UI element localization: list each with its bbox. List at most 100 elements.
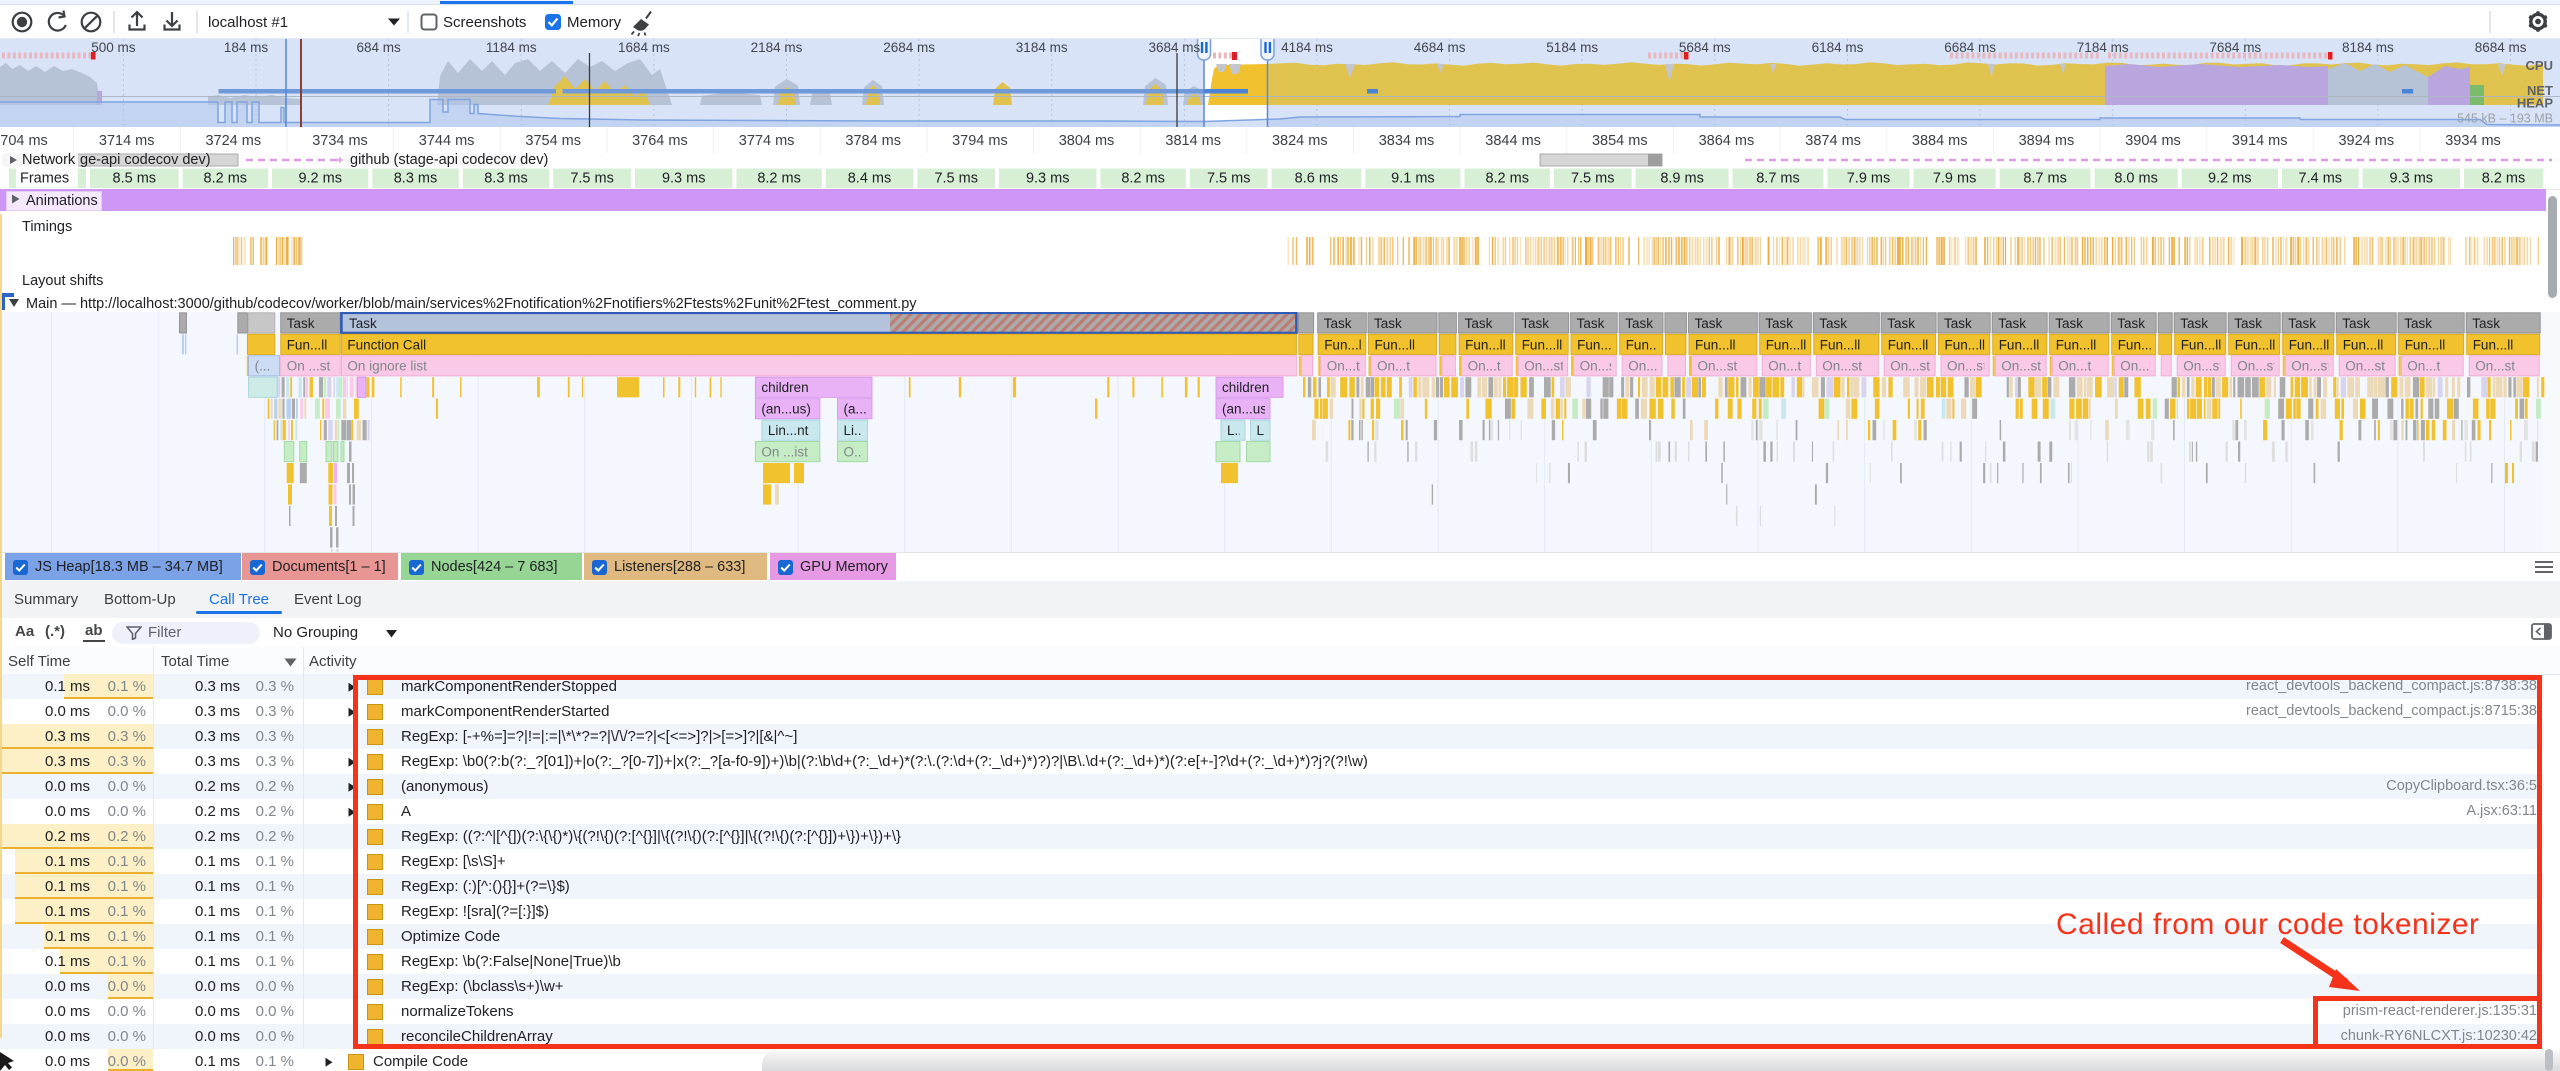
svg-text:Fun...ll: Fun...ll [1695, 337, 1736, 352]
svg-text:7.5 ms: 7.5 ms [570, 170, 614, 186]
svg-text:On...t: On...t [2407, 358, 2440, 373]
svg-text:2684 ms: 2684 ms [883, 40, 935, 55]
svg-text:8.2 ms: 8.2 ms [1121, 170, 1165, 186]
svg-text:8184 ms: 8184 ms [2342, 40, 2394, 55]
svg-text:Task: Task [1765, 315, 1793, 330]
svg-text:7184 ms: 7184 ms [2077, 40, 2129, 55]
svg-text:8.2 ms: 8.2 ms [204, 170, 248, 186]
svg-text:Screenshots: Screenshots [443, 14, 526, 31]
svg-text:HEAP: HEAP [2517, 95, 2553, 110]
svg-text:Task: Task [1374, 315, 1402, 330]
svg-text:github (stage-api codecov dev): github (stage-api codecov dev) [350, 153, 548, 167]
svg-text:3774 ms: 3774 ms [739, 133, 795, 149]
svg-text:545 kB – 193 MB: 545 kB – 193 MB [2457, 111, 2553, 125]
svg-text:Fun...ll: Fun...ll [2473, 337, 2514, 352]
svg-text:Task: Task [2472, 315, 2500, 330]
svg-text:8684 ms: 8684 ms [2475, 40, 2527, 55]
svg-text:Fun...ll: Fun...ll [287, 337, 328, 352]
svg-text:On ...st: On ...st [287, 358, 331, 373]
svg-text:On...t: On...t [1327, 358, 1360, 373]
svg-text:Task: Task [1625, 315, 1653, 330]
svg-text:ge-api codecov dev): ge-api codecov dev) [80, 153, 211, 167]
svg-text:1684 ms: 1684 ms [618, 40, 670, 55]
svg-text:5684 ms: 5684 ms [1679, 40, 1731, 55]
svg-text:8.6 ms: 8.6 ms [1295, 170, 1339, 186]
svg-text:On ...ist: On ...ist [761, 444, 808, 459]
svg-text:8.7 ms: 8.7 ms [1756, 170, 1800, 186]
svg-text:3834 ms: 3834 ms [1379, 133, 1435, 149]
svg-text:3824 ms: 3824 ms [1272, 133, 1328, 149]
svg-text:3914 ms: 3914 ms [2232, 133, 2288, 149]
svg-text:(...: (... [255, 358, 271, 373]
svg-text:Task: Task [1944, 315, 1972, 330]
svg-text:7.5 ms: 7.5 ms [934, 170, 978, 186]
svg-text:Fun...ll: Fun...ll [2405, 337, 2446, 352]
svg-text:3884 ms: 3884 ms [1912, 133, 1968, 149]
svg-text:On...st: On...st [1698, 358, 1738, 373]
svg-text:Task: Task [2342, 315, 2370, 330]
svg-text:3684 ms: 3684 ms [1149, 40, 1201, 55]
svg-text:Fun...ll: Fun...ll [2289, 337, 2330, 352]
svg-text:Fun...ll: Fun...ll [2181, 337, 2222, 352]
svg-text:8.9 ms: 8.9 ms [1660, 170, 1704, 186]
svg-text:3724 ms: 3724 ms [205, 133, 261, 149]
svg-text:5184 ms: 5184 ms [1546, 40, 1598, 55]
svg-text:184 ms: 184 ms [224, 40, 269, 55]
svg-text:3854 ms: 3854 ms [1592, 133, 1648, 149]
svg-text:3874 ms: 3874 ms [1805, 133, 1861, 149]
svg-text:On...st: On...st [1524, 358, 1564, 373]
svg-text:6684 ms: 6684 ms [1944, 40, 1996, 55]
svg-text:CPU: CPU [2526, 58, 2553, 73]
svg-text:Task: Task [1324, 315, 1352, 330]
svg-text:Task: Task [349, 315, 377, 330]
svg-text:6184 ms: 6184 ms [1812, 40, 1864, 55]
svg-text:3794 ms: 3794 ms [952, 133, 1008, 149]
svg-text:8.7 ms: 8.7 ms [2023, 170, 2067, 186]
svg-text:On...t: On...t [2058, 358, 2091, 373]
svg-text:8.0 ms: 8.0 ms [2114, 170, 2158, 186]
svg-text:Fun...ll: Fun...ll [1766, 337, 1807, 352]
svg-text:1184 ms: 1184 ms [486, 40, 537, 55]
svg-text:Fun...ll: Fun...ll [1522, 337, 1563, 352]
svg-text:Task: Task [1998, 315, 2026, 330]
svg-text:Fun...ll: Fun...ll [1324, 337, 1365, 352]
svg-text:On...st: On...st [2001, 358, 2041, 373]
svg-text:3844 ms: 3844 ms [1485, 133, 1541, 149]
svg-text:Fun...ll: Fun...ll [1999, 337, 2040, 352]
svg-text:Fun...ll: Fun...ll [1465, 337, 1506, 352]
svg-text:On...st: On...st [2237, 358, 2277, 373]
svg-text:Task: Task [1819, 315, 1847, 330]
svg-text:7.9 ms: 7.9 ms [1847, 170, 1891, 186]
svg-text:7.9 ms: 7.9 ms [1933, 170, 1977, 186]
svg-text:(an...us): (an...us) [761, 401, 811, 416]
svg-text:Task: Task [1465, 315, 1493, 330]
svg-text:On ignore list: On ignore list [347, 358, 427, 373]
svg-text:9.1 ms: 9.1 ms [1391, 170, 1435, 186]
svg-text:Fun...ll: Fun...ll [2235, 337, 2276, 352]
svg-text:8.2 ms: 8.2 ms [1485, 170, 1529, 186]
svg-text:8.3 ms: 8.3 ms [484, 170, 528, 186]
svg-text:On...st: On...st [1947, 358, 1987, 373]
svg-text:7.5 ms: 7.5 ms [1571, 170, 1615, 186]
svg-text:On...t: On...t [1468, 358, 1501, 373]
svg-text:Task: Task [287, 315, 315, 330]
svg-text:3924 ms: 3924 ms [2338, 133, 2394, 149]
svg-text:3784 ms: 3784 ms [845, 133, 901, 149]
svg-text:2184 ms: 2184 ms [751, 40, 803, 55]
svg-text:Function Call: Function Call [347, 337, 426, 352]
svg-text:9.3 ms: 9.3 ms [1026, 170, 1070, 186]
svg-text:Task: Task [1577, 315, 1605, 330]
svg-text:3864 ms: 3864 ms [1699, 133, 1755, 149]
svg-text:9.3 ms: 9.3 ms [2390, 170, 2434, 186]
svg-text:On...st: On...st [1890, 358, 1930, 373]
svg-text:3734 ms: 3734 ms [312, 133, 368, 149]
svg-text:8.2 ms: 8.2 ms [757, 170, 801, 186]
svg-text:Memory: Memory [567, 14, 622, 31]
svg-text:3714 ms: 3714 ms [99, 133, 155, 149]
svg-text:3904 ms: 3904 ms [2125, 133, 2181, 149]
svg-text:3184 ms: 3184 ms [1016, 40, 1068, 55]
svg-text:On...t: On...t [1628, 358, 1661, 373]
svg-text:3764 ms: 3764 ms [632, 133, 688, 149]
svg-text:8.3 ms: 8.3 ms [394, 170, 438, 186]
svg-text:4684 ms: 4684 ms [1414, 40, 1466, 55]
